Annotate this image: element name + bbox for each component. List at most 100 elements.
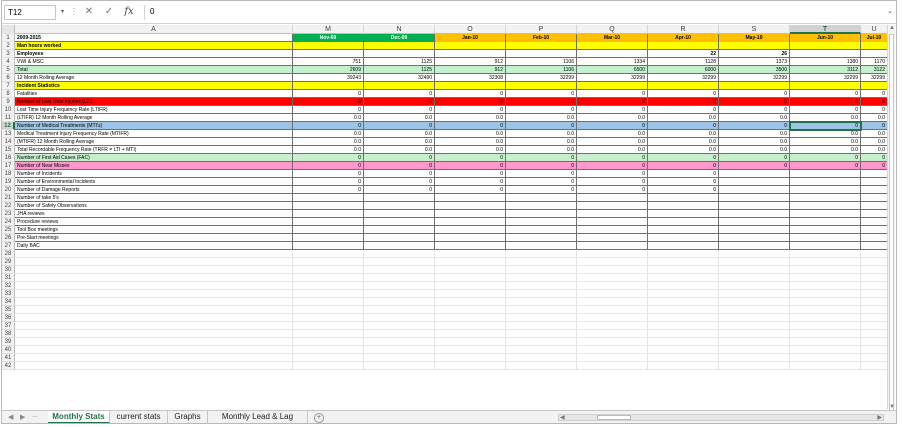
value-cell[interactable] [790,250,861,258]
value-cell[interactable]: 0 [435,122,506,130]
column-header-o[interactable]: O [435,25,506,34]
value-cell[interactable] [293,82,364,90]
value-cell[interactable]: 32490 [364,74,435,82]
value-cell[interactable]: 0 [577,90,648,98]
value-cell[interactable]: 0 [435,162,506,170]
value-cell[interactable]: 0 [577,98,648,106]
value-cell[interactable] [719,314,790,322]
value-cell[interactable]: 0.0 [293,138,364,146]
value-cell[interactable]: 0.0 [506,130,577,138]
value-cell[interactable]: 0.0 [790,130,861,138]
value-cell[interactable] [577,234,648,242]
row-label-cell[interactable] [15,306,293,314]
value-cell[interactable] [435,282,506,290]
value-cell[interactable]: 1380 [790,58,861,66]
row-header[interactable]: 37 [2,322,15,330]
value-cell[interactable]: 0 [648,106,719,114]
row-header[interactable]: 9 [2,98,15,106]
value-cell[interactable]: 0 [719,98,790,106]
value-cell[interactable]: 0 [364,170,435,178]
value-cell[interactable]: 0.0 [861,130,888,138]
value-cell[interactable] [506,242,577,250]
value-cell[interactable]: 32299 [577,74,648,82]
value-cell[interactable]: 0.0 [648,130,719,138]
value-cell[interactable] [719,266,790,274]
value-cell[interactable]: Mar-10 [577,34,648,42]
sheet-tab[interactable]: Monthly Lead & Lag [208,411,308,423]
row-label-cell[interactable]: 2009-2015 [15,34,293,42]
value-cell[interactable]: 6000 [648,66,719,74]
value-cell[interactable]: 0 [506,106,577,114]
column-header-m[interactable]: M [293,25,364,34]
row-header[interactable]: 39 [2,338,15,346]
value-cell[interactable] [364,330,435,338]
value-cell[interactable]: 0 [506,90,577,98]
value-cell[interactable]: 0 [506,170,577,178]
value-cell[interactable] [293,306,364,314]
value-cell[interactable] [861,338,888,346]
row-header[interactable]: 23 [2,210,15,218]
value-cell[interactable]: 0 [435,98,506,106]
horizontal-scroll-thumb[interactable] [597,415,631,420]
value-cell[interactable]: 0 [435,178,506,186]
value-cell[interactable] [293,234,364,242]
value-cell[interactable] [861,258,888,266]
value-cell[interactable] [861,266,888,274]
row-label-cell[interactable] [15,338,293,346]
row-header[interactable]: 1 [2,34,15,42]
row-label-cell[interactable] [15,290,293,298]
value-cell[interactable] [648,210,719,218]
value-cell[interactable]: May-10 [719,34,790,42]
row-header[interactable]: 30 [2,266,15,274]
row-label-cell[interactable]: Number of Incidents [15,170,293,178]
value-cell[interactable]: 0 [577,170,648,178]
value-cell[interactable]: 0 [719,122,790,130]
value-cell[interactable] [648,338,719,346]
horizontal-scrollbar[interactable]: ◀ ▶ [558,414,884,421]
row-label-cell[interactable]: Number of Damage Reports [15,186,293,194]
value-cell[interactable] [506,226,577,234]
value-cell[interactable] [861,314,888,322]
value-cell[interactable] [577,226,648,234]
value-cell[interactable] [861,354,888,362]
value-cell[interactable] [861,282,888,290]
column-header-n[interactable]: N [364,25,435,34]
value-cell[interactable] [861,346,888,354]
value-cell[interactable] [293,274,364,282]
value-cell[interactable]: 0 [790,90,861,98]
value-cell[interactable] [293,346,364,354]
value-cell[interactable]: 0 [435,154,506,162]
value-cell[interactable] [648,330,719,338]
value-cell[interactable]: 0 [435,186,506,194]
value-cell[interactable] [506,362,577,370]
value-cell[interactable] [577,330,648,338]
value-cell[interactable] [364,210,435,218]
value-cell[interactable]: 0.0 [506,146,577,154]
value-cell[interactable]: Jan-10 [435,34,506,42]
value-cell[interactable] [577,282,648,290]
value-cell[interactable] [293,330,364,338]
row-label-cell[interactable] [15,362,293,370]
selected-cell[interactable]: 0 [789,121,862,131]
value-cell[interactable]: 32299 [648,74,719,82]
value-cell[interactable] [435,234,506,242]
value-cell[interactable] [861,218,888,226]
value-cell[interactable] [790,258,861,266]
value-cell[interactable]: 0 [790,154,861,162]
value-cell[interactable] [861,82,888,90]
value-cell[interactable] [364,42,435,50]
value-cell[interactable] [293,250,364,258]
value-cell[interactable] [648,346,719,354]
value-cell[interactable] [790,266,861,274]
value-cell[interactable]: 26 [719,50,790,58]
expand-formula-bar-icon[interactable]: ⌄ [887,7,893,15]
row-label-cell[interactable]: Medical Treatment Injury Frequency Rate … [15,130,293,138]
value-cell[interactable] [648,258,719,266]
value-cell[interactable] [293,210,364,218]
value-cell[interactable]: 0.0 [861,138,888,146]
row-label-cell[interactable]: Number of take 5's [15,194,293,202]
value-cell[interactable] [861,234,888,242]
row-header[interactable]: 15 [2,146,15,154]
scroll-left-icon[interactable]: ◀ [560,414,565,421]
value-cell[interactable]: 0 [506,186,577,194]
